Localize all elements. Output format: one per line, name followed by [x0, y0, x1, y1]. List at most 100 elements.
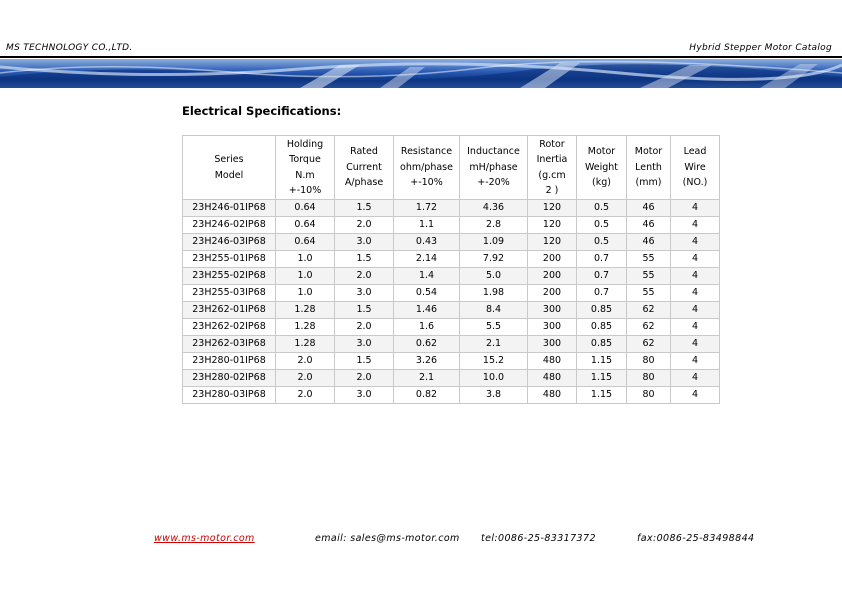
table-cell: 0.7 — [576, 284, 627, 302]
column-header-line: Motor — [587, 146, 616, 158]
table-cell: 2.0 — [275, 386, 335, 404]
table-row: 23H255-01IP68 1.0 1.5 2.14 7.92 200 0.7 55 4 — [182, 250, 720, 268]
table-cell: 1.46 — [393, 301, 460, 319]
table-cell: 1.5 — [334, 352, 394, 370]
table-cell: 1.5 — [334, 199, 394, 217]
table-row: 23H246-01IP68 0.64 1.5 1.72 4.36 120 0.5 46 4 — [182, 199, 720, 217]
table-cell: 0.82 — [393, 386, 460, 404]
column-header-line: Rated — [350, 146, 378, 158]
table-cell: 2.8 — [459, 216, 528, 234]
table-cell: 1.98 — [459, 284, 528, 302]
model-cell: 23H262-01IP68 — [182, 301, 276, 319]
column-header-line: Model — [214, 169, 244, 181]
model-cell: 23H246-03IP68 — [182, 233, 276, 251]
column-header-line: +-20% — [477, 177, 510, 189]
column-header-line: Holding — [286, 138, 324, 150]
header-banner-image — [0, 59, 842, 88]
spec-table: Series Model Holding Torque N.m +-10% Rated Cur… — [182, 135, 720, 404]
model-cell: 23H280-01IP68 — [182, 352, 276, 370]
table-cell: 2.0 — [334, 369, 394, 387]
table-cell: 1.1 — [393, 216, 460, 234]
column-header: Rotor Inertia (g.cm 2 ) — [527, 135, 577, 200]
column-header: Holding Torque N.m +-10% — [275, 135, 335, 200]
table-cell: 480 — [527, 352, 577, 370]
table-cell: 1.4 — [393, 267, 460, 285]
column-header-line: A/phase — [344, 177, 384, 189]
spec-table-body: 23H246-01IP68 0.64 1.5 1.72 4.36 120 0.5 46 4 23H… — [182, 199, 720, 404]
table-cell: 3.0 — [334, 335, 394, 353]
header-rule — [0, 56, 842, 58]
table-cell: 3.0 — [334, 284, 394, 302]
table-cell: 4 — [670, 284, 720, 302]
table-cell: 55 — [626, 284, 671, 302]
table-cell: 2.1 — [393, 369, 460, 387]
table-cell: 4.36 — [459, 199, 528, 217]
website-link[interactable]: www.ms-motor.com — [154, 533, 255, 544]
table-row: 23H246-03IP68 0.64 3.0 0.43 1.09 120 0.5 46 4 — [182, 233, 720, 251]
table-row: 23H262-01IP68 1.28 1.5 1.46 8.4 300 0.85 62 4 — [182, 301, 720, 319]
table-cell: 0.7 — [576, 267, 627, 285]
column-header-line: mH/phase — [469, 161, 518, 173]
table-cell: 0.85 — [576, 301, 627, 319]
table-cell: 46 — [626, 216, 671, 234]
column-header-line: Series — [214, 154, 244, 165]
table-cell: 0.85 — [576, 318, 627, 336]
table-cell: 200 — [527, 250, 577, 268]
table-cell: 1.28 — [275, 318, 335, 336]
tel-text: tel:0086-25-83317372 — [481, 533, 596, 544]
table-cell: 62 — [626, 318, 671, 336]
table-cell: 200 — [527, 267, 577, 285]
table-cell: 2.0 — [275, 369, 335, 387]
table-row: 23H255-03IP68 1.0 3.0 0.54 1.98 200 0.7 55 4 — [182, 284, 720, 302]
table-cell: 120 — [527, 233, 577, 251]
table-cell: 3.0 — [334, 233, 394, 251]
table-cell: 1.28 — [275, 301, 335, 319]
section-title: Electrical Specifications: — [182, 104, 342, 118]
table-cell: 1.15 — [576, 352, 627, 370]
column-header-line: +-10% — [410, 177, 443, 189]
column-header-line: Lenth — [635, 161, 662, 173]
column-header-line: Torque — [289, 154, 321, 165]
table-cell: 5.5 — [459, 318, 528, 336]
table-cell: 200 — [527, 284, 577, 302]
table-cell: 300 — [527, 301, 577, 319]
table-cell: 80 — [626, 352, 671, 370]
column-header-line: Inertia — [536, 154, 568, 165]
column-header: Rated Current A/phase — [334, 135, 394, 200]
column-header-line: Inductance — [467, 146, 520, 158]
table-cell: 4 — [670, 199, 720, 217]
table-row: 23H280-01IP68 2.0 1.5 3.26 15.2 480 1.15 80 4 — [182, 352, 720, 370]
table-cell: 62 — [626, 335, 671, 353]
table-cell: 0.64 — [275, 233, 335, 251]
table-row: 23H280-02IP68 2.0 2.0 2.1 10.0 480 1.15 80 4 — [182, 369, 720, 387]
table-cell: 46 — [626, 199, 671, 217]
column-header-line: (g.cm — [538, 169, 566, 181]
table-cell: 0.64 — [275, 216, 335, 234]
column-header-line: Wire — [684, 161, 706, 173]
table-cell: 4 — [670, 318, 720, 336]
table-cell: 1.6 — [393, 318, 460, 336]
table-cell: 0.64 — [275, 199, 335, 217]
table-cell: 1.5 — [334, 250, 394, 268]
table-cell: 3.0 — [334, 386, 394, 404]
table-cell: 80 — [626, 369, 671, 387]
model-cell: 23H255-01IP68 — [182, 250, 276, 268]
table-row: 23H255-02IP68 1.0 2.0 1.4 5.0 200 0.7 55 4 — [182, 267, 720, 285]
table-row: 23H262-02IP68 1.28 2.0 1.6 5.5 300 0.85 62 4 — [182, 318, 720, 336]
column-header-line: +-10% — [288, 185, 322, 196]
column-header-line: (NO.) — [682, 177, 708, 189]
table-cell: 15.2 — [459, 352, 528, 370]
table-cell: 120 — [527, 216, 577, 234]
table-cell: 80 — [626, 386, 671, 404]
table-cell: 4 — [670, 352, 720, 370]
column-header: Motor Lenth (mm) — [626, 135, 671, 200]
table-cell: 0.5 — [576, 233, 627, 251]
catalog-title: Hybrid Stepper Motor Catalog — [689, 43, 832, 53]
column-header-line: ohm/phase — [400, 161, 453, 173]
table-cell: 62 — [626, 301, 671, 319]
company-name: MS TECHNOLOGY CO.,LTD. — [6, 43, 133, 53]
table-cell: 2.0 — [334, 216, 394, 234]
column-header: Inductance mH/phase +-20% — [459, 135, 528, 200]
column-header: Resistance ohm/phase +-10% — [393, 135, 460, 200]
email-text: email: sales@ms-motor.com — [315, 533, 460, 544]
